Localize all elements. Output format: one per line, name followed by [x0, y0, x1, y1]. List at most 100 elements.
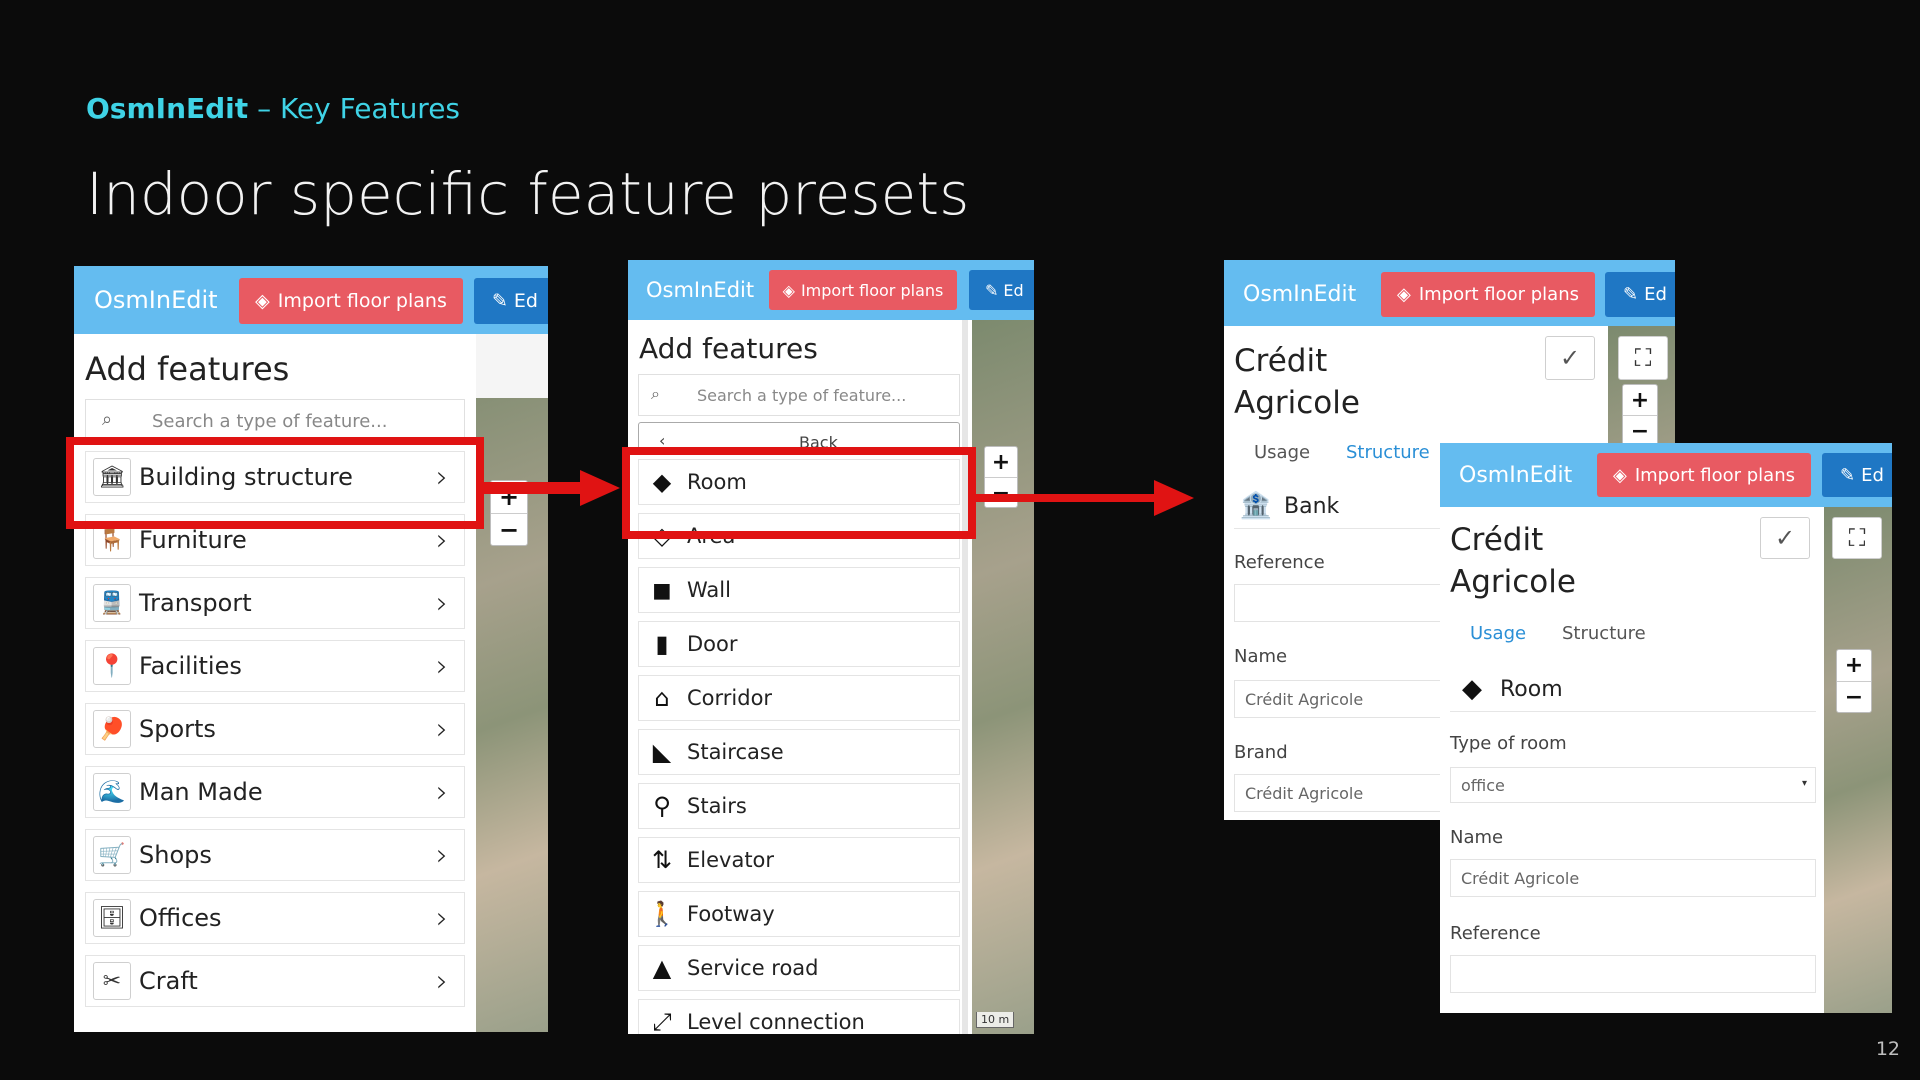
preset-staircase[interactable]: ◣ Staircase: [638, 729, 960, 775]
table-tennis-icon: 🏓: [93, 710, 131, 748]
search-input[interactable]: ⌕ Search a type of feature...: [638, 374, 960, 416]
arrow-to-presets: [484, 470, 620, 506]
preset-label: Level connection: [687, 1010, 865, 1034]
tab-structure[interactable]: Structure: [1346, 442, 1430, 463]
shopping-cart-icon: 🛒: [93, 836, 131, 874]
app-brand[interactable]: OsmInEdit: [1243, 282, 1356, 307]
check-icon: ✓: [1774, 524, 1796, 552]
zoom-out-button[interactable]: −: [1623, 415, 1657, 446]
search-placeholder: Search a type of feature...: [697, 386, 907, 405]
highlight-room: [622, 447, 976, 539]
preset-stairs[interactable]: ⚲ Stairs: [638, 783, 960, 829]
edit-button[interactable]: ✎ Ed: [474, 278, 548, 324]
scrollbar[interactable]: [962, 320, 968, 1034]
pencil-icon: ✎: [985, 280, 999, 300]
category-shops[interactable]: 🛒 Shops ›: [85, 829, 465, 881]
preset-service-road[interactable]: ▲ Service road: [638, 945, 960, 991]
import-floor-plans-button[interactable]: ◈ Import floor plans: [769, 270, 957, 310]
square-select-icon: ⛶: [1848, 524, 1866, 552]
app-brand[interactable]: OsmInEdit: [1459, 463, 1572, 488]
type-of-room-select[interactable]: office ▾: [1450, 767, 1816, 803]
map-scale: 10 m: [976, 1012, 1015, 1028]
preset-door[interactable]: ▮ Door: [638, 621, 960, 667]
preset-wall[interactable]: ◼ Wall: [638, 567, 960, 613]
office-desk-icon: 🗄: [93, 899, 131, 937]
tools-icon: ✂: [93, 962, 131, 1000]
chevron-right-icon: ›: [436, 774, 448, 810]
preset-label: Bank: [1284, 493, 1340, 519]
panel-add-features-categories: OsmInEdit ◈ Import floor plans ✎ Ed + − …: [74, 266, 548, 1032]
panel-title: Add features: [639, 332, 818, 365]
edit-label: Ed: [1644, 284, 1667, 305]
search-input[interactable]: ⌕ Search a type of feature...: [85, 399, 465, 441]
brand-label: Brand: [1234, 742, 1288, 763]
category-offices[interactable]: 🗄 Offices ›: [85, 892, 465, 944]
zoom-in-button[interactable]: +: [985, 447, 1017, 477]
subtitle-brand: OsmInEdit: [86, 92, 249, 125]
zoom-in-button[interactable]: +: [1837, 650, 1871, 681]
highlight-building-structure: [66, 437, 484, 529]
category-man-made[interactable]: 🌊 Man Made ›: [85, 766, 465, 818]
import-floor-plans-button[interactable]: ◈ Import floor plans: [1381, 272, 1595, 317]
type-of-room-value: office: [1461, 775, 1505, 795]
import-label: Import floor plans: [277, 290, 447, 312]
map-view[interactable]: + −: [476, 334, 548, 1032]
edit-button[interactable]: ✎ Ed: [1822, 453, 1892, 497]
preset-label: Stairs: [687, 794, 747, 818]
chevron-right-icon: ›: [436, 711, 448, 747]
preset-label: Service road: [687, 956, 819, 980]
pencil-icon: ✎: [492, 290, 508, 312]
confirm-button[interactable]: ✓: [1760, 517, 1810, 559]
zoom-out-button[interactable]: −: [1837, 681, 1871, 713]
edit-label: Ed: [1861, 464, 1884, 486]
corridor-icon: ⌂: [654, 684, 670, 712]
square-select-icon: ⛶: [1634, 344, 1652, 372]
category-transport[interactable]: 🚆 Transport ›: [85, 577, 465, 629]
train-icon: 🚆: [93, 584, 131, 622]
name-field[interactable]: Crédit Agricole: [1450, 859, 1816, 897]
tab-usage[interactable]: Usage: [1470, 623, 1526, 644]
import-floor-plans-button[interactable]: ◈ Import floor plans: [1597, 453, 1811, 497]
tab-structure[interactable]: Structure: [1562, 623, 1646, 644]
category-label: Craft: [139, 967, 198, 995]
category-craft[interactable]: ✂ Craft ›: [85, 955, 465, 1007]
category-label: Shops: [139, 841, 212, 869]
map-view[interactable]: + − 10 m: [972, 320, 1034, 1034]
preset-label: Room: [1500, 676, 1563, 702]
feature-title: Crédit Agricole: [1234, 340, 1360, 424]
select-area-button[interactable]: ⛶: [1832, 517, 1882, 559]
preset-footway[interactable]: 🚶 Footway: [638, 891, 960, 937]
confirm-button[interactable]: ✓: [1545, 336, 1595, 380]
layers-icon: ◈: [782, 280, 795, 300]
edit-button[interactable]: ✎ Ed: [969, 270, 1034, 310]
preset-level-connection[interactable]: ⤢ Level connection: [638, 999, 960, 1034]
app-header: OsmInEdit ◈ Import floor plans ✎ Ed: [74, 266, 548, 334]
slide-subtitle: OsmInEdit – Key Features: [86, 92, 460, 125]
app-header: OsmInEdit ◈ Import floor plans ✎ Ed: [628, 260, 1034, 320]
feature-title-line2: Agricole: [1450, 564, 1576, 600]
edit-button[interactable]: ✎ Ed: [1605, 272, 1675, 317]
location-pin-icon: 📍: [93, 647, 131, 685]
category-sports[interactable]: 🏓 Sports ›: [85, 703, 465, 755]
tab-usage[interactable]: Usage: [1254, 442, 1310, 463]
door-icon: ▮: [655, 630, 669, 658]
reference-field[interactable]: [1450, 955, 1816, 993]
preset-elevator[interactable]: ⇅ Elevator: [638, 837, 960, 883]
feature-title-line2: Agricole: [1234, 385, 1360, 421]
preset-label: Elevator: [687, 848, 775, 872]
app-brand[interactable]: OsmInEdit: [94, 286, 218, 314]
zoom-in-button[interactable]: +: [1623, 385, 1657, 415]
category-label: Transport: [139, 589, 252, 617]
road-icon: ▲: [652, 954, 672, 982]
feature-title: Crédit Agricole: [1450, 519, 1576, 603]
panel-room-editor: OsmInEdit ◈ Import floor plans ✎ Ed + − …: [1440, 443, 1892, 1013]
map-view[interactable]: + −: [1824, 507, 1892, 1013]
category-facilities[interactable]: 📍 Facilities ›: [85, 640, 465, 692]
preset-row[interactable]: ◆ Room: [1450, 667, 1816, 712]
import-floor-plans-button[interactable]: ◈ Import floor plans: [239, 278, 463, 324]
zoom-out-button[interactable]: −: [491, 513, 527, 546]
select-area-button[interactable]: ⛶: [1618, 336, 1668, 380]
dropdown-arrow-icon: ▾: [1801, 778, 1807, 789]
preset-corridor[interactable]: ⌂ Corridor: [638, 675, 960, 721]
app-brand[interactable]: OsmInEdit: [646, 278, 754, 302]
